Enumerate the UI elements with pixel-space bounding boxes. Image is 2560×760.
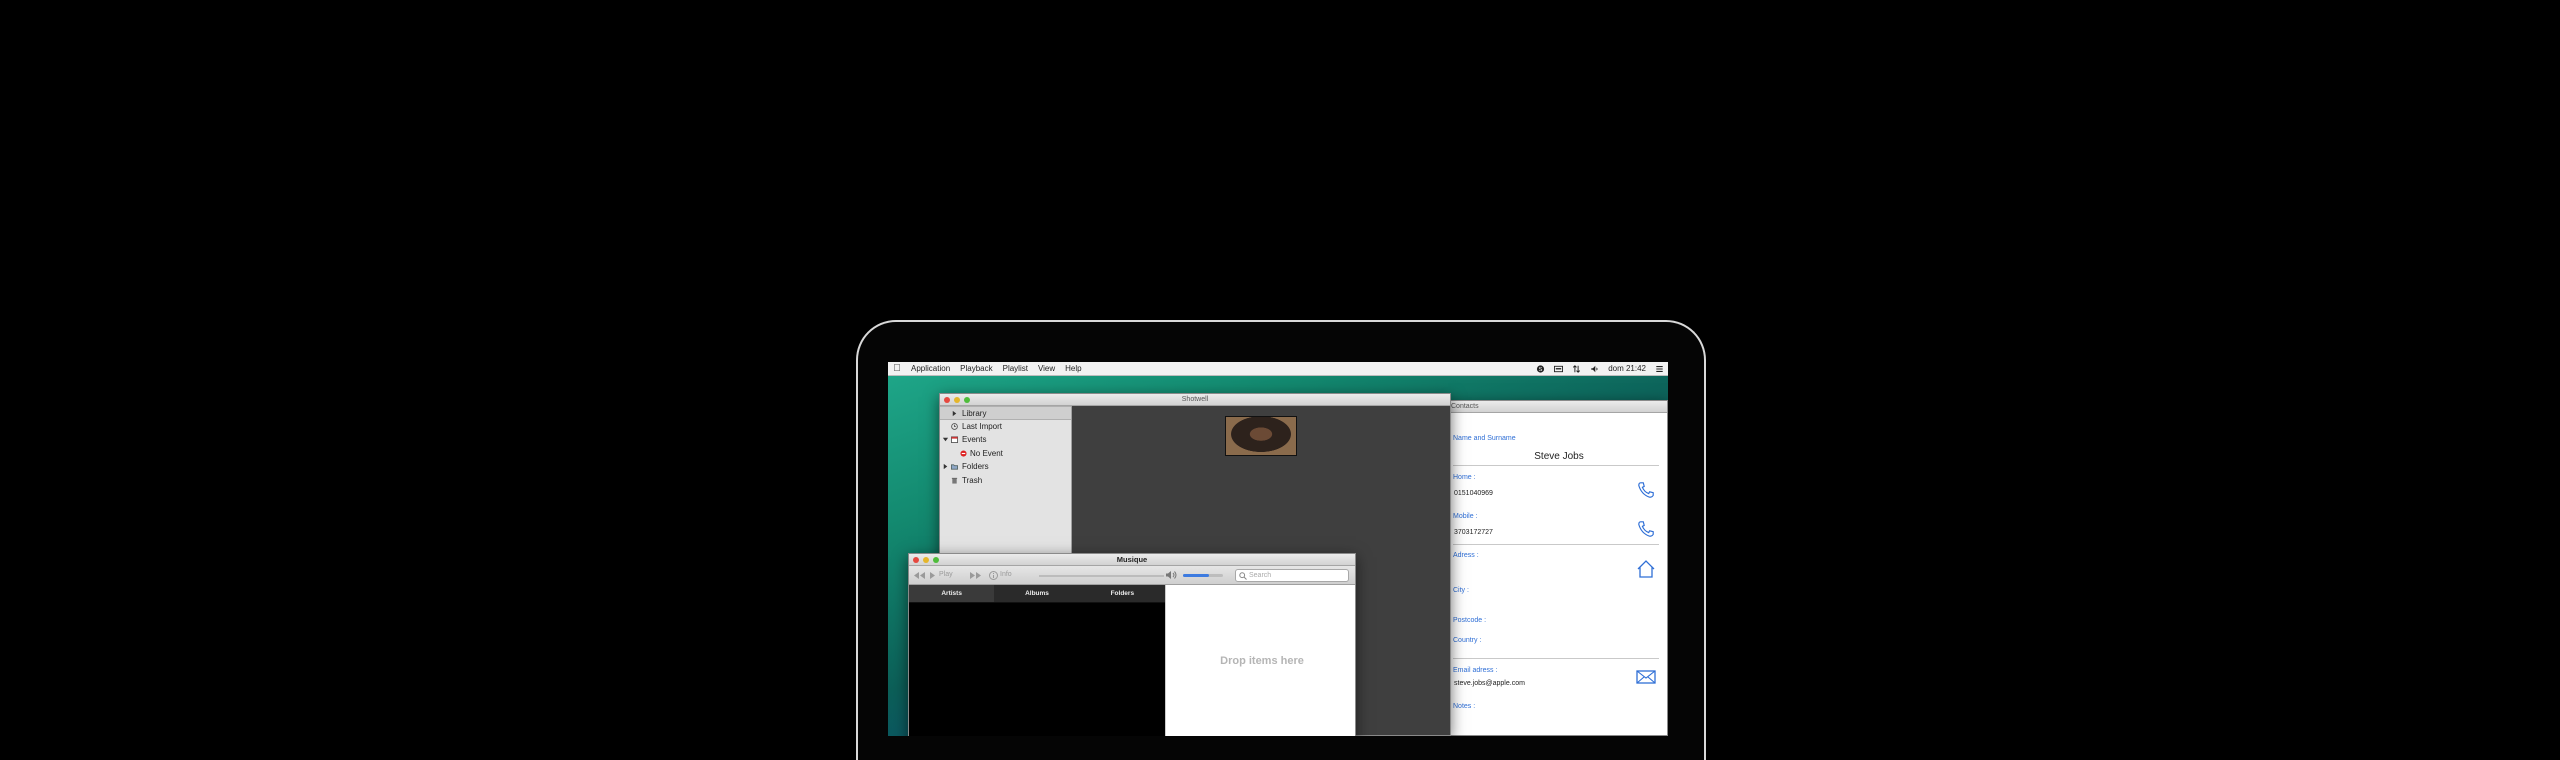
close-button[interactable] [913, 557, 919, 563]
stage: { "menubar": { "items": ["Application", … [0, 0, 2560, 760]
sidebar-item-label: Events [962, 435, 987, 444]
clock-icon [951, 422, 958, 430]
library-pane: Artists Albums Folders [909, 585, 1165, 736]
minimize-button[interactable] [923, 557, 929, 563]
menu-playlist[interactable]: Playlist [998, 364, 1033, 373]
photo-thumbnail[interactable] [1225, 416, 1297, 456]
skype-icon[interactable]: S [1536, 364, 1545, 373]
menu-bar:  Application Playback Playlist View Hel… [888, 362, 1668, 376]
status-area: S dom 21:42 [1536, 364, 1668, 373]
separator [1453, 465, 1659, 466]
sidebar-item-label: No Event [970, 448, 1003, 458]
sidebar-item-last-import[interactable]: Last Import [940, 420, 1071, 434]
shotwell-titlebar[interactable]: Shotwell [940, 394, 1450, 406]
play-button[interactable]: Play [939, 571, 953, 578]
sidebar-item-events[interactable]: Events [940, 433, 1071, 447]
menu-view[interactable]: View [1033, 364, 1060, 373]
info-button[interactable]: Info [1000, 571, 1012, 578]
sidebar-item-label: Library [962, 409, 987, 418]
expand-triangle-icon[interactable] [942, 436, 949, 443]
search-icon [1239, 572, 1247, 580]
volume-icon[interactable] [1590, 365, 1599, 373]
country-label: Country : [1453, 637, 1482, 644]
previous-icon[interactable] [913, 571, 926, 580]
separator [1453, 544, 1659, 545]
svg-text:S: S [1539, 367, 1543, 373]
contacts-titlebar[interactable]: Contacts [1449, 401, 1667, 413]
musique-window: Musique Play Info Search Artists Albums … [908, 553, 1356, 736]
menu-application[interactable]: Application [906, 364, 955, 373]
sidebar-item-label: Trash [962, 475, 983, 485]
calendar-icon [951, 436, 958, 443]
sidebar-item-library[interactable]: Library [940, 406, 1071, 420]
tab-albums[interactable]: Albums [994, 585, 1079, 602]
zoom-button[interactable] [933, 557, 939, 563]
phone-icon[interactable] [1637, 481, 1655, 499]
no-event-icon [960, 449, 967, 457]
minimize-button[interactable] [954, 397, 960, 403]
speaker-icon[interactable] [1165, 570, 1177, 580]
home-icon[interactable] [1636, 559, 1656, 579]
phone-icon[interactable] [1637, 520, 1655, 538]
search-placeholder: Search [1249, 572, 1272, 579]
sidebar-item-no-event[interactable]: No Event [940, 447, 1071, 461]
window-controls [944, 397, 970, 403]
home-phone[interactable]: 0151040969 [1454, 490, 1493, 497]
postcode-label: Postcode : [1453, 617, 1487, 624]
menu-playback[interactable]: Playback [955, 364, 997, 373]
playlist-pane[interactable]: Drop items here [1165, 585, 1355, 736]
address-label: Adress : [1453, 552, 1479, 559]
apple-logo-icon[interactable]:  [888, 363, 906, 374]
sidebar-item-trash[interactable]: Trash [940, 474, 1071, 488]
close-button[interactable] [944, 397, 950, 403]
window-title: Shotwell [1181, 396, 1209, 403]
folder-icon [951, 464, 958, 470]
expand-triangle-icon[interactable] [942, 463, 949, 470]
email-value[interactable]: steve.jobs@apple.com [1454, 680, 1525, 687]
menu-list-icon[interactable] [1655, 365, 1664, 373]
tab-folders[interactable]: Folders [1080, 585, 1165, 602]
home-label: Home : [1453, 474, 1476, 481]
seek-slider[interactable] [1039, 575, 1164, 577]
volume-fill [1183, 574, 1209, 577]
email-label: Email adress : [1453, 667, 1498, 674]
window-title: Contacts [1451, 403, 1479, 410]
sidebar-item-label: Last Import [962, 421, 1003, 431]
play-icon[interactable] [929, 571, 936, 580]
city-label: City : [1453, 587, 1469, 594]
window-title: Musique [1116, 555, 1148, 564]
mobile-phone[interactable]: 3703172727 [1454, 529, 1493, 536]
drop-zone-text: Drop items here [1220, 655, 1304, 667]
sidebar-item-folders[interactable]: Folders [940, 460, 1071, 474]
library-icon [952, 410, 957, 417]
tab-artists[interactable]: Artists [909, 585, 995, 602]
info-icon[interactable] [989, 571, 998, 580]
trash-icon [951, 477, 958, 484]
contacts-window: Contacts Name and Surname Steve Jobs Hom… [1448, 400, 1668, 736]
mobile-label: Mobile : [1453, 513, 1478, 520]
separator [1453, 658, 1659, 659]
sidebar-item-label: Folders [962, 462, 989, 471]
zoom-button[interactable] [964, 397, 970, 403]
keyboard-icon[interactable] [1554, 365, 1564, 373]
desktop-screen:  Application Playback Playlist View Hel… [888, 362, 1668, 736]
menu-help[interactable]: Help [1060, 364, 1086, 373]
window-controls [913, 557, 939, 563]
mail-icon[interactable] [1636, 669, 1656, 685]
notes-label: Notes : [1453, 703, 1476, 710]
volume-slider[interactable] [1183, 574, 1223, 577]
name-label: Name and Surname [1453, 435, 1516, 442]
musique-titlebar[interactable]: Musique [909, 554, 1355, 566]
musique-toolbar: Play Info Search [909, 566, 1355, 585]
clock[interactable]: dom 21:42 [1608, 364, 1646, 373]
network-icon[interactable] [1572, 364, 1581, 373]
next-icon[interactable] [969, 571, 982, 580]
library-tabs: Artists Albums Folders [909, 585, 1165, 603]
search-input[interactable]: Search [1235, 569, 1349, 582]
contact-name[interactable]: Steve Jobs [1449, 451, 1667, 462]
